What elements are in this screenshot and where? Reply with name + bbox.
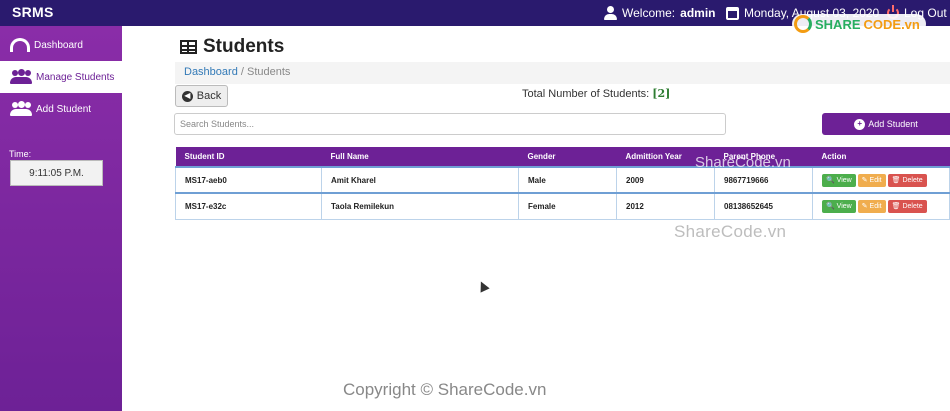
breadcrumb-dashboard-link[interactable]: Dashboard	[184, 66, 238, 78]
plus-circle-icon: +	[854, 118, 866, 130]
cell-year: 2012	[616, 192, 715, 220]
page-title: Students	[180, 36, 284, 58]
cell-full-name: Taola Remilekun	[321, 192, 519, 220]
total-students: Total Number of Students: [2]	[522, 87, 671, 100]
delete-button[interactable]: 🗑 Delete	[887, 199, 927, 213]
calendar-icon	[726, 6, 739, 20]
cell-gender: Female	[518, 192, 617, 220]
breadcrumb: Dashboard / Students	[175, 62, 950, 84]
cell-full-name: Amit Kharel	[321, 166, 519, 194]
sidebar-item-add-student[interactable]: Add Student	[0, 93, 122, 125]
column-header: Action	[812, 147, 950, 167]
arrow-left-icon: ◀	[181, 90, 193, 102]
back-button[interactable]: ◀ Back	[175, 85, 228, 107]
copyright-text: Copyright © ShareCode.vn	[343, 380, 547, 399]
watermark-text: ShareCode.vn	[674, 222, 787, 241]
cell-actions: 🔍 View ✎ Edit 🗑 Delete	[812, 192, 950, 220]
cell-actions: 🔍 View ✎ Edit 🗑 Delete	[812, 166, 950, 194]
table-header-row: Student ID Full Name Gender Admittion Ye…	[175, 147, 950, 167]
logo-icon	[794, 15, 812, 33]
table-icon	[180, 40, 197, 54]
sidebar-item-label: Manage Students	[36, 71, 115, 83]
username: admin	[680, 6, 716, 20]
table-row: MS17-aeb0 Amit Kharel Male 2009 98677196…	[175, 166, 950, 194]
mouse-cursor-icon	[476, 279, 490, 293]
search-input[interactable]	[174, 113, 726, 135]
sidebar-item-manage-students[interactable]: Manage Students	[0, 61, 122, 93]
table-row: MS17-e32c Taola Remilekun Female 2012 08…	[175, 192, 950, 220]
users-icon	[10, 69, 32, 85]
add-student-button[interactable]: + Add Student	[822, 113, 950, 135]
dashboard-icon	[10, 38, 30, 52]
clock-display: 9:11:05 P.M.	[10, 160, 103, 186]
welcome-text: Welcome: admin	[604, 6, 715, 20]
edit-button[interactable]: ✎ Edit	[857, 199, 886, 213]
brand-logo[interactable]: SRMS	[12, 4, 54, 20]
cell-student-id: MS17-e32c	[175, 192, 322, 220]
sidebar-item-label: Add Student	[36, 103, 92, 115]
watermark-text: ShareCode.vn	[695, 154, 791, 171]
view-button[interactable]: 🔍 View	[822, 173, 856, 187]
cell-gender: Male	[518, 166, 617, 194]
students-table: Student ID Full Name Gender Admittion Ye…	[175, 147, 950, 220]
sidebar: Dashboard Manage Students Add Student Ti…	[0, 26, 122, 411]
view-button[interactable]: 🔍 View	[822, 199, 856, 213]
breadcrumb-current: Students	[247, 66, 291, 78]
cell-student-id: MS17-aeb0	[175, 166, 322, 194]
sidebar-item-dashboard[interactable]: Dashboard	[0, 29, 122, 61]
users-icon	[10, 101, 32, 117]
column-header: Full Name	[321, 147, 519, 167]
column-header: Gender	[518, 147, 617, 167]
delete-button[interactable]: 🗑 Delete	[887, 173, 927, 187]
breadcrumb-separator: /	[240, 66, 244, 78]
cell-parent-phone: 08138652645	[714, 192, 813, 220]
sharecode-logo: SHARE CODE.vn	[792, 14, 926, 34]
edit-button[interactable]: ✎ Edit	[857, 173, 886, 187]
column-header: Student ID	[175, 147, 322, 167]
time-label: Time:	[9, 149, 32, 159]
sidebar-item-label: Dashboard	[34, 39, 83, 51]
user-icon	[604, 6, 617, 20]
total-count: [2]	[652, 87, 671, 100]
